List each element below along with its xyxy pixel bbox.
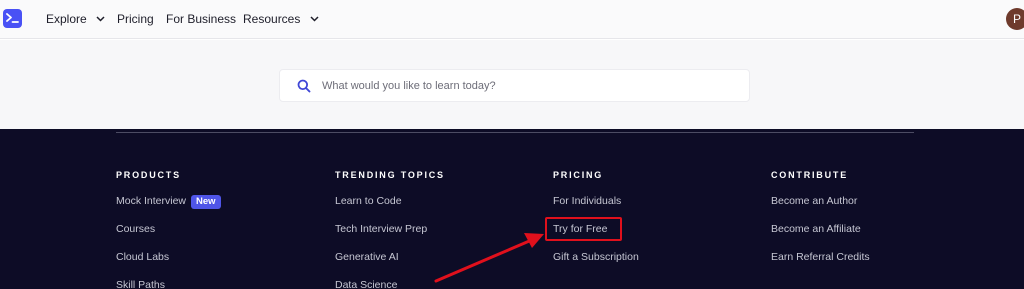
nav-for-business-label: For Business <box>166 12 237 26</box>
terminal-prompt-icon <box>6 13 19 23</box>
search-section <box>0 40 1024 129</box>
search-icon <box>297 79 311 93</box>
user-avatar[interactable]: P <box>1006 8 1024 30</box>
nav-for-business[interactable]: For Business <box>166 11 236 27</box>
search-box[interactable] <box>279 69 750 102</box>
nav-pricing-label: Pricing <box>117 12 154 26</box>
top-navbar: Explore Pricing For Business Resources P <box>0 0 1024 39</box>
nav-explore-label: Explore <box>46 12 87 26</box>
annotation-arrow-icon <box>434 233 544 283</box>
footer: PRODUCTS Mock Interview New Courses Cloud… <box>0 129 1024 289</box>
logo[interactable] <box>3 9 22 28</box>
nav-resources-label: Resources <box>243 12 301 26</box>
search-input[interactable] <box>322 78 722 94</box>
chevron-down-icon <box>310 16 319 22</box>
nav-explore[interactable]: Explore <box>46 11 105 27</box>
nav-pricing[interactable]: Pricing <box>117 11 154 27</box>
chevron-down-icon <box>96 16 105 22</box>
nav-resources[interactable]: Resources <box>243 11 319 27</box>
